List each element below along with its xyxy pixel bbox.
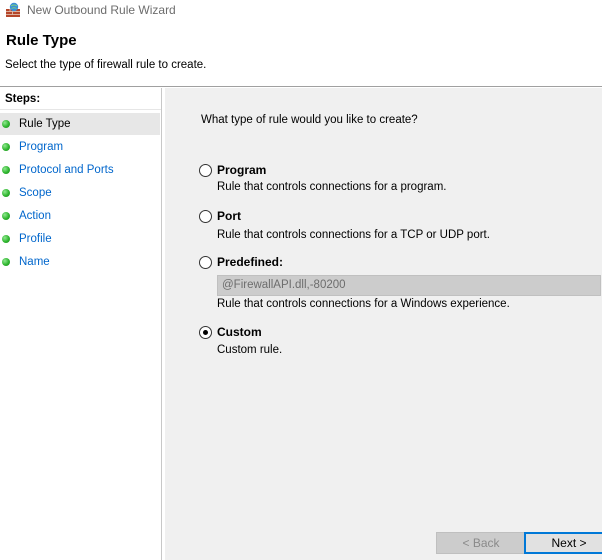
port-label[interactable]: Port [217, 209, 241, 223]
page-title: Rule Type [6, 32, 77, 49]
step-label: Name [19, 256, 50, 268]
step-label: Action [19, 210, 51, 222]
window-title: New Outbound Rule Wizard [27, 3, 176, 17]
step-label: Rule Type [19, 118, 71, 130]
step-protocol-and-ports[interactable]: Protocol and Ports [0, 159, 160, 181]
wizard-header: Rule Type Select the type of firewall ru… [0, 22, 602, 84]
step-status-dot-icon [2, 258, 10, 266]
page-subtitle: Select the type of firewall rule to crea… [5, 59, 207, 71]
step-action[interactable]: Action [0, 205, 160, 227]
port-description: Rule that controls connections for a TCP… [217, 229, 490, 241]
program-description: Rule that controls connections for a pro… [217, 181, 447, 193]
sidebar-divider [161, 88, 162, 560]
title-bar: New Outbound Rule Wizard [0, 0, 602, 22]
custom-label[interactable]: Custom [217, 325, 262, 339]
program-label[interactable]: Program [217, 163, 266, 177]
step-status-dot-icon [2, 120, 10, 128]
step-rule-type[interactable]: Rule Type [0, 113, 160, 135]
predefined-label[interactable]: Predefined: [217, 255, 283, 269]
step-label: Program [19, 141, 64, 153]
step-scope[interactable]: Scope [0, 182, 160, 204]
steps-label: Steps: [0, 88, 161, 110]
step-label: Scope [19, 187, 52, 199]
step-status-dot-icon [2, 235, 10, 243]
custom-description: Custom rule. [217, 344, 283, 356]
step-label: Protocol and Ports [19, 164, 114, 176]
step-profile[interactable]: Profile [0, 228, 160, 250]
predefined-description: Rule that controls connections for a Win… [217, 298, 510, 310]
steps-sidebar: Steps: Rule Type Program Protocol and Po… [0, 88, 162, 560]
back-button[interactable]: < Back [436, 532, 526, 554]
port-radio[interactable] [199, 210, 212, 223]
step-status-dot-icon [2, 143, 10, 151]
step-program[interactable]: Program [0, 136, 160, 158]
step-name[interactable]: Name [0, 251, 160, 273]
custom-radio[interactable] [199, 326, 212, 339]
step-status-dot-icon [2, 189, 10, 197]
next-button[interactable]: Next > [524, 532, 602, 554]
step-status-dot-icon [2, 212, 10, 220]
predefined-select[interactable]: @FirewallAPI.dll,-80200 [217, 275, 601, 296]
firewall-shield-icon [5, 2, 21, 18]
program-radio[interactable] [199, 164, 212, 177]
step-label: Profile [19, 233, 52, 245]
main-panel: What type of rule would you like to crea… [165, 88, 602, 560]
step-status-dot-icon [2, 166, 10, 174]
rule-type-question: What type of rule would you like to crea… [201, 114, 418, 126]
predefined-radio[interactable] [199, 256, 212, 269]
